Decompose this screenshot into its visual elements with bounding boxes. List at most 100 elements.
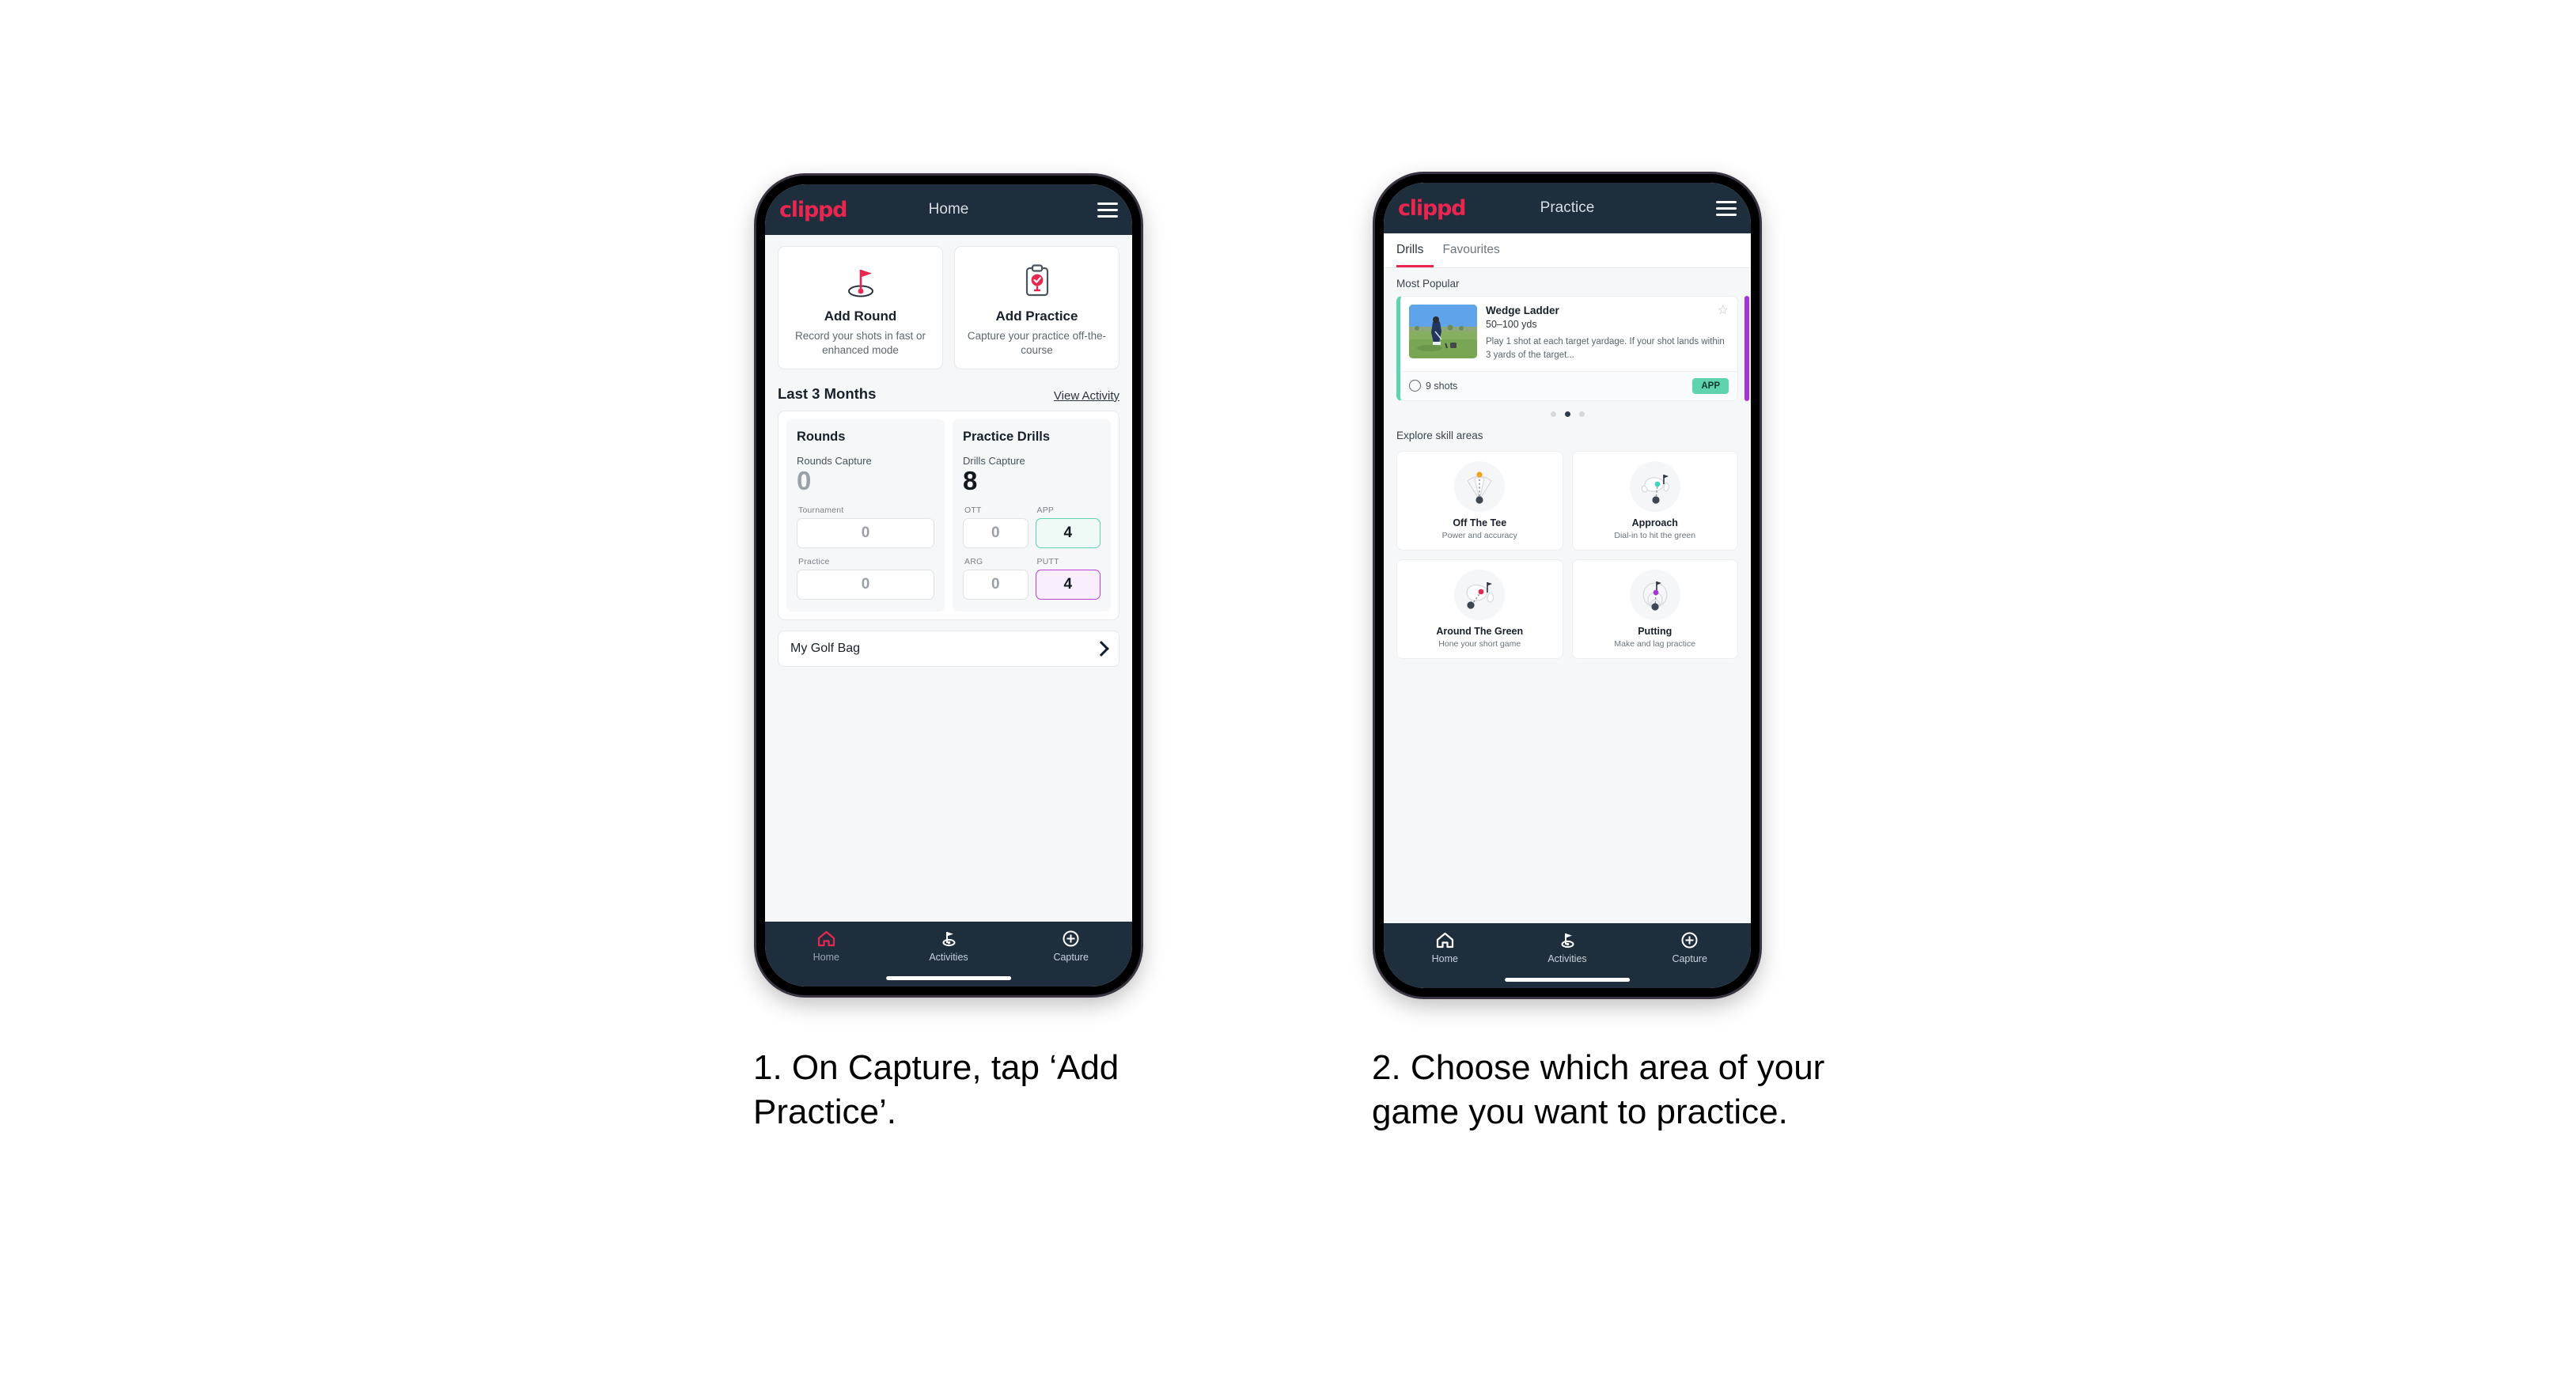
app-bar-practice: clippd Practice — [1384, 183, 1751, 233]
ott-value[interactable]: 0 — [963, 518, 1029, 549]
most-popular-label: Most Popular — [1396, 278, 1460, 290]
app-value[interactable]: 4 — [1035, 518, 1100, 549]
drills-capture-value: 8 — [963, 465, 978, 495]
tournament-label: Tournament — [798, 506, 844, 516]
skill-title: Putting — [1638, 625, 1673, 637]
caption-step-1: 1. On Capture, tap ‘Add Practice’. — [753, 1048, 1119, 1132]
nav-activities[interactable]: Activities — [1506, 931, 1629, 964]
bottom-nav-practice: Home Activities Capture — [1384, 923, 1751, 988]
stats-panel: Rounds Rounds Capture 0 Tournament 0 Pra… — [778, 410, 1119, 621]
tee-shot-dispersion-icon — [1454, 460, 1506, 512]
nav-activities[interactable]: Activities — [888, 930, 1010, 963]
clipboard-check-tee-icon — [961, 261, 1112, 302]
drill-card-footer: 9 shots APP — [1400, 370, 1737, 400]
rounds-capture-label: Rounds Capture — [797, 454, 872, 467]
add-practice-desc: Capture your practice off-the-course — [967, 330, 1107, 356]
add-round-desc: Record your shots in fast or enhanced mo… — [794, 330, 926, 356]
rounds-capture-value: 0 — [797, 465, 812, 495]
tournament-value[interactable]: 0 — [797, 518, 934, 549]
golf-flag-icon — [1561, 933, 1574, 949]
nav-home[interactable]: Home — [1384, 931, 1506, 964]
carousel-dot-3[interactable] — [1578, 411, 1585, 417]
add-practice-card[interactable]: Add Practice Capture your practice off-t… — [954, 246, 1119, 369]
practice-label: Practice — [798, 557, 830, 567]
clippd-logo[interactable]: clippd — [779, 199, 848, 221]
nav-home-label: Home — [813, 952, 839, 963]
home-indicator — [1505, 978, 1630, 982]
add-round-title: Add Round — [824, 309, 897, 324]
green-approach-icon — [1629, 460, 1680, 512]
app-label: APP — [1036, 506, 1055, 516]
putt-label: PUTT — [1036, 557, 1059, 567]
nav-home-label: Home — [1431, 953, 1458, 964]
nav-capture-label: Capture — [1053, 952, 1089, 963]
next-drill-card-accent[interactable] — [1744, 296, 1749, 401]
nav-activities-label: Activities — [929, 952, 968, 963]
carousel-dot-1[interactable] — [1550, 411, 1556, 417]
star-outline-icon[interactable]: ☆ — [1718, 305, 1729, 317]
practice-drills-title: Practice Drills — [963, 429, 1051, 444]
nav-capture[interactable]: Capture — [1010, 930, 1132, 963]
carousel-dots[interactable] — [1384, 401, 1751, 420]
practice-value[interactable]: 0 — [797, 570, 934, 600]
skill-title: Around The Green — [1436, 625, 1524, 637]
skill-desc: Hone your short game — [1438, 638, 1521, 649]
putt-value[interactable]: 4 — [1035, 570, 1100, 600]
phone-mockup-practice: clippd Practice Drills Favourites Most P… — [1375, 174, 1760, 997]
view-activity-link[interactable]: View Activity — [1054, 389, 1119, 403]
golfer-chipping-photo — [1409, 305, 1477, 358]
phone-mockup-home: clippd Home Add Round Record your shots … — [756, 176, 1141, 995]
phone-notch — [885, 176, 1013, 183]
drill-carousel[interactable]: Wedge Ladder ☆ 50–100 yds Play 1 shot at… — [1384, 296, 1751, 401]
ott-label: OTT — [964, 506, 982, 516]
bottom-nav-home: Home Activities Capture — [765, 922, 1132, 986]
nav-activities-label: Activities — [1547, 953, 1587, 964]
last-3-months-header: Last 3 Months View Activity — [765, 369, 1132, 411]
home-indicator — [886, 976, 1011, 980]
carousel-dot-2[interactable] — [1564, 411, 1570, 417]
arg-value[interactable]: 0 — [963, 570, 1029, 600]
skill-card-putting[interactable]: Putting Make and lag practice — [1571, 559, 1738, 659]
home-icon — [1436, 932, 1453, 949]
app-bar-home: clippd Home — [765, 184, 1132, 235]
drill-description: Play 1 shot at each target yardage. If y… — [1486, 337, 1725, 361]
clippd-logo[interactable]: clippd — [1398, 198, 1467, 219]
skill-desc: Make and lag practice — [1614, 638, 1696, 649]
add-practice-title: Add Practice — [995, 309, 1078, 324]
skill-card-approach[interactable]: Approach Dial-in to hit the green — [1571, 450, 1738, 551]
rounds-title: Rounds — [797, 429, 846, 444]
tab-active-indicator — [1396, 265, 1434, 267]
skill-card-around-the-green[interactable]: Around The Green Hone your short game — [1396, 559, 1563, 659]
putting-rings-icon — [1629, 569, 1680, 620]
caption-step-2: 2. Choose which area of your game you wa… — [1372, 1048, 1825, 1132]
my-golf-bag-row[interactable]: My Golf Bag — [778, 631, 1119, 668]
drill-yardage: 50–100 yds — [1486, 319, 1537, 330]
plus-circle-icon — [1063, 930, 1079, 947]
tab-drills[interactable]: Drills — [1396, 243, 1423, 259]
quick-actions-row: Add Round Record your shots in fast or e… — [765, 235, 1132, 369]
golf-flag-icon — [942, 932, 955, 947]
skill-card-off-the-tee[interactable]: Off The Tee Power and accuracy — [1396, 450, 1563, 551]
skill-desc: Power and accuracy — [1441, 530, 1517, 540]
explore-skill-areas-label: Explore skill areas — [1396, 429, 1483, 441]
skill-desc: Dial-in to hit the green — [1614, 530, 1696, 540]
nav-capture[interactable]: Capture — [1628, 931, 1751, 964]
nav-capture-label: Capture — [1672, 953, 1707, 964]
screenshot-canvas: clippd Home Add Round Record your shots … — [0, 0, 2576, 1386]
skill-title: Approach — [1631, 517, 1678, 528]
drill-card-wedge-ladder[interactable]: Wedge Ladder ☆ 50–100 yds Play 1 shot at… — [1396, 296, 1738, 401]
home-icon — [817, 930, 835, 947]
hamburger-menu-icon[interactable] — [1097, 202, 1118, 218]
hamburger-menu-icon[interactable] — [1716, 200, 1737, 216]
plus-circle-icon — [1681, 932, 1698, 949]
my-golf-bag-label: My Golf Bag — [790, 642, 861, 656]
nav-home[interactable]: Home — [765, 930, 888, 963]
add-round-card[interactable]: Add Round Record your shots in fast or e… — [778, 246, 943, 369]
skill-areas-grid: Off The Tee Power and accuracy Approach … — [1384, 448, 1751, 659]
tab-favourites[interactable]: Favourites — [1442, 243, 1499, 259]
clock-icon — [1409, 380, 1421, 392]
drill-title: Wedge Ladder — [1486, 305, 1559, 316]
practice-drills-stats-card: Practice Drills Drills Capture 8 OTT 0 A… — [953, 418, 1111, 612]
practice-scroll-body: Most Popular Wedge Ladder ☆ 50–100 yds P… — [1384, 268, 1751, 923]
skill-title: Off The Tee — [1453, 517, 1507, 528]
